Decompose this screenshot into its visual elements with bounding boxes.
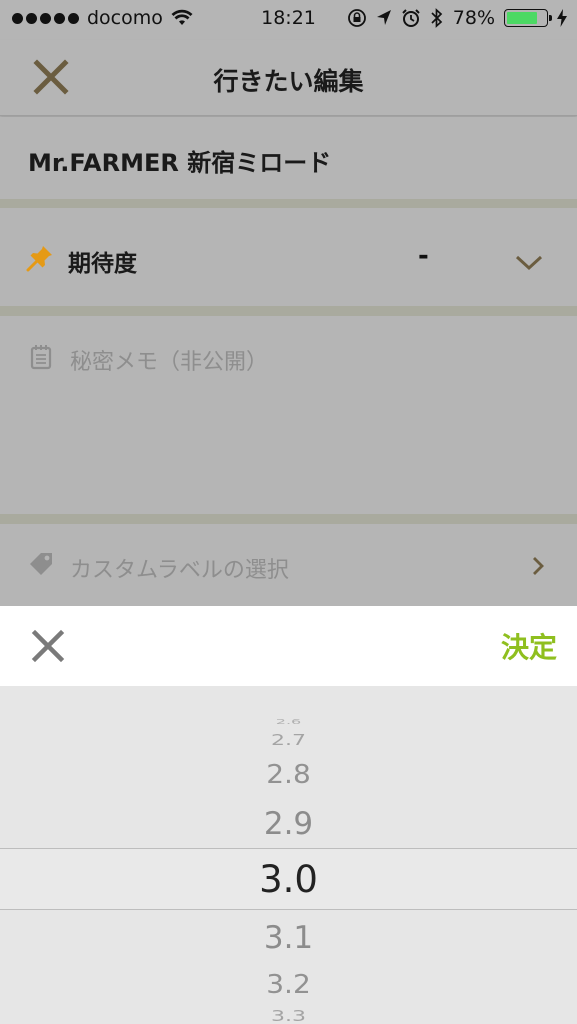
memo-icon	[30, 345, 52, 370]
chevron-down-icon	[515, 255, 543, 271]
picker-toolbar: 決定	[0, 606, 577, 686]
page-title: 行きたい編集	[213, 67, 364, 96]
charging-bolt-icon	[557, 9, 567, 27]
done-button[interactable]: 決定	[501, 626, 557, 666]
close-icon[interactable]	[31, 629, 65, 663]
shop-row: Mr.FARMER 新宿ミロード	[0, 117, 577, 199]
battery-icon	[504, 9, 552, 27]
bluetooth-icon	[431, 8, 443, 28]
picker-option[interactable]: 2.7	[0, 732, 577, 750]
picker-option[interactable]: 2.6	[0, 717, 577, 726]
value-picker-wheel[interactable]: 2.6 2.7 2.8 2.9 3.0 3.1 3.2 3.3	[0, 686, 577, 1024]
expectation-row[interactable]: 期待度 -	[0, 208, 577, 306]
alarm-icon	[402, 9, 420, 27]
rotation-lock-icon	[347, 9, 366, 27]
picker-option-selected[interactable]: 3.0	[0, 858, 577, 901]
chevron-right-icon	[533, 557, 544, 575]
custom-label-row[interactable]: カスタムラベルの選択	[0, 524, 577, 606]
location-arrow-icon	[376, 10, 391, 25]
divider	[0, 306, 577, 316]
divider	[0, 514, 577, 524]
battery-fill	[507, 12, 537, 24]
picker-option[interactable]: 3.1	[0, 920, 577, 956]
status-right: 78%	[347, 7, 567, 29]
header: 行きたい編集	[0, 40, 577, 116]
tag-icon	[30, 553, 52, 575]
expectation-value: -	[418, 241, 429, 271]
custom-label-text: カスタムラベルの選択	[70, 558, 289, 583]
memo-field[interactable]: 秘密メモ（非公開）	[0, 316, 577, 514]
expectation-label: 期待度	[68, 251, 137, 277]
picker-option[interactable]: 2.9	[0, 806, 577, 842]
picker-option[interactable]: 2.8	[0, 759, 577, 789]
status-bar: docomo 18:21 78%	[0, 0, 577, 40]
picker-option[interactable]: 3.2	[0, 969, 577, 999]
pin-icon	[26, 246, 52, 272]
memo-placeholder: 秘密メモ（非公開）	[70, 350, 269, 375]
shop-name: Mr.FARMER 新宿ミロード	[28, 149, 332, 177]
battery-percentage: 78%	[452, 7, 495, 29]
picker-option[interactable]: 3.3	[0, 1008, 577, 1024]
